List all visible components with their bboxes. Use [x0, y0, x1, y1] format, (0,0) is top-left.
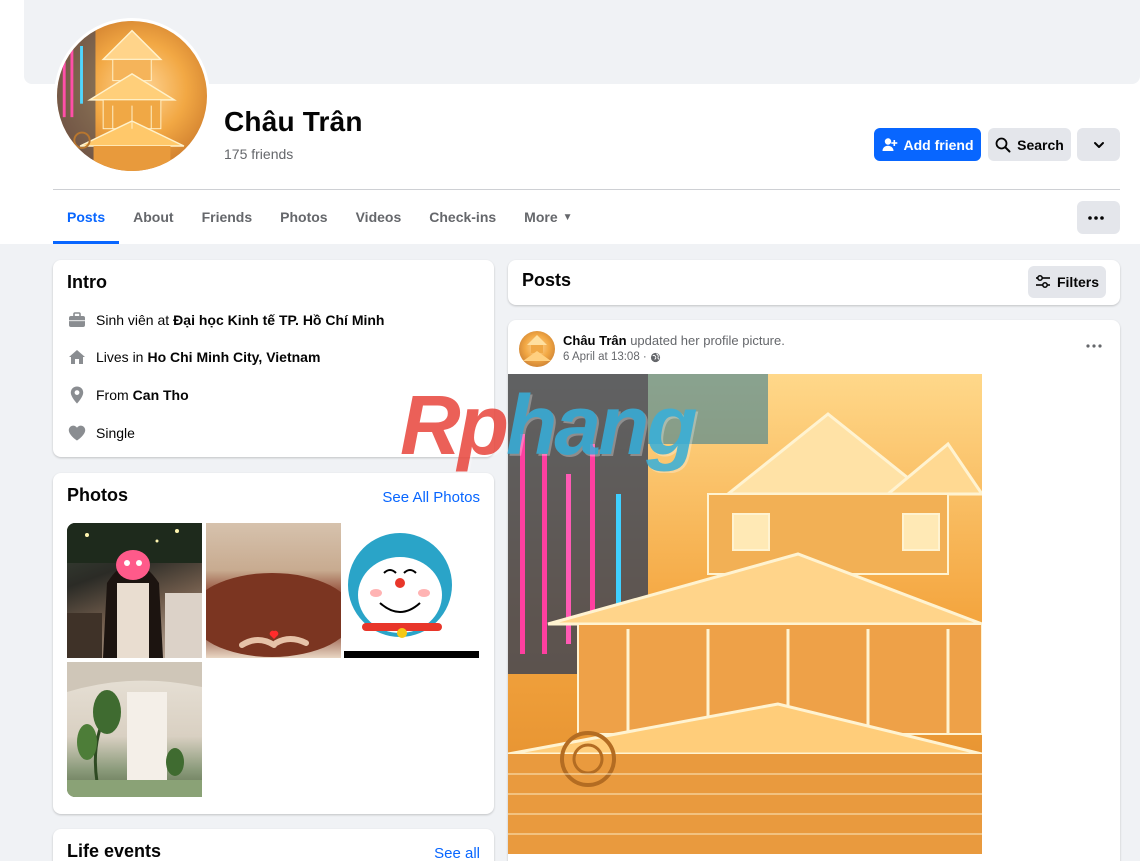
pagoda-illustration: [523, 335, 551, 361]
photo-girl-illustration: [67, 523, 202, 658]
post-author-avatar[interactable]: [519, 331, 555, 367]
post-header-text: Châu Trân updated her profile picture.: [563, 333, 785, 348]
post-options-button[interactable]: [1082, 336, 1106, 356]
profile-options-button[interactable]: [1077, 128, 1120, 161]
intro-title: Intro: [67, 272, 107, 292]
photo-thumbnail[interactable]: [206, 523, 341, 658]
search-label: Search: [1017, 136, 1064, 153]
intro-work: Sinh viên at Đại học Kinh tế TP. Hồ Chí …: [67, 310, 384, 330]
intro-from-prefix: From: [96, 387, 129, 403]
photo-hallway-illustration: [67, 662, 202, 797]
more-dots-icon: [1086, 344, 1102, 348]
profile-avatar[interactable]: [54, 18, 210, 174]
intro-relationship-status: Single: [96, 425, 135, 441]
photos-title: Photos: [67, 485, 128, 505]
photo-table-illustration: [206, 573, 341, 657]
life-events-title: Life events: [67, 841, 162, 861]
tab-photos[interactable]: Photos: [266, 190, 341, 244]
briefcase-icon: [67, 310, 87, 330]
heart-icon: [67, 423, 87, 443]
post-action-text: updated her profile picture.: [630, 333, 785, 348]
tab-posts[interactable]: Posts: [53, 190, 120, 244]
intro-work-prefix: Sinh viên at: [96, 312, 170, 328]
tab-videos[interactable]: Videos: [342, 190, 416, 244]
tab-check-ins[interactable]: Check-ins: [415, 190, 510, 244]
intro-from: From Can Tho: [67, 385, 189, 405]
tab-friends[interactable]: Friends: [188, 190, 267, 244]
filters-icon: [1035, 275, 1050, 288]
pagoda-illustration: [57, 21, 185, 171]
intro-work-value[interactable]: Đại học Kinh tế TP. Hồ Chí Minh: [173, 312, 384, 328]
search-button[interactable]: Search: [988, 128, 1071, 161]
tab-more[interactable]: More ▼: [510, 190, 586, 244]
watermark-logo: Rphang: [400, 378, 698, 472]
intro-lives-in: Lives in Ho Chi Minh City, Vietnam: [67, 347, 320, 367]
chevron-down-icon: [1093, 141, 1104, 148]
filters-button[interactable]: Filters: [1028, 266, 1106, 298]
globe-icon: [650, 352, 660, 362]
more-options-button[interactable]: [1077, 201, 1120, 234]
intro-lives-prefix: Lives in: [96, 349, 144, 365]
profile-header: Châu Trân 175 friends Add friend Search …: [0, 0, 1140, 244]
location-pin-icon: [67, 385, 87, 405]
add-friend-button[interactable]: Add friend: [874, 128, 981, 161]
home-icon: [67, 347, 87, 367]
intro-relationship: Single: [67, 423, 135, 443]
photos-card: Photos See All Photos: [53, 473, 494, 814]
profile-name: Châu Trân: [224, 106, 363, 137]
life-events-card: Life events See all: [53, 829, 494, 861]
caret-down-icon: ▼: [562, 211, 573, 223]
intro-from-value[interactable]: Can Tho: [133, 387, 189, 403]
posts-title: Posts: [522, 270, 572, 290]
profile-tabs: Posts About Friends Photos Videos Check-…: [53, 190, 587, 244]
intro-lives-value[interactable]: Ho Chi Minh City, Vietnam: [147, 349, 320, 365]
search-icon: [995, 137, 1011, 152]
tab-about[interactable]: About: [119, 190, 187, 244]
friends-count[interactable]: 175 friends: [224, 146, 293, 162]
add-friend-label: Add friend: [903, 136, 974, 153]
filters-label: Filters: [1056, 274, 1099, 290]
post-timestamp[interactable]: 6 April at 13:08 ·: [563, 351, 647, 363]
post-author-name[interactable]: Châu Trân: [563, 333, 627, 348]
see-all-life-events-link[interactable]: See all: [434, 845, 480, 861]
add-person-icon: [882, 137, 897, 151]
more-dots-icon: [1087, 215, 1104, 220]
photo-thumbnail[interactable]: [67, 662, 202, 797]
post-meta: 6 April at 13:08 ·: [563, 351, 661, 363]
photo-doraemon-illustration: [344, 533, 479, 658]
photo-thumbnail[interactable]: [67, 523, 202, 658]
photo-thumbnail[interactable]: [344, 523, 479, 658]
see-all-photos-link[interactable]: See All Photos: [382, 489, 480, 506]
